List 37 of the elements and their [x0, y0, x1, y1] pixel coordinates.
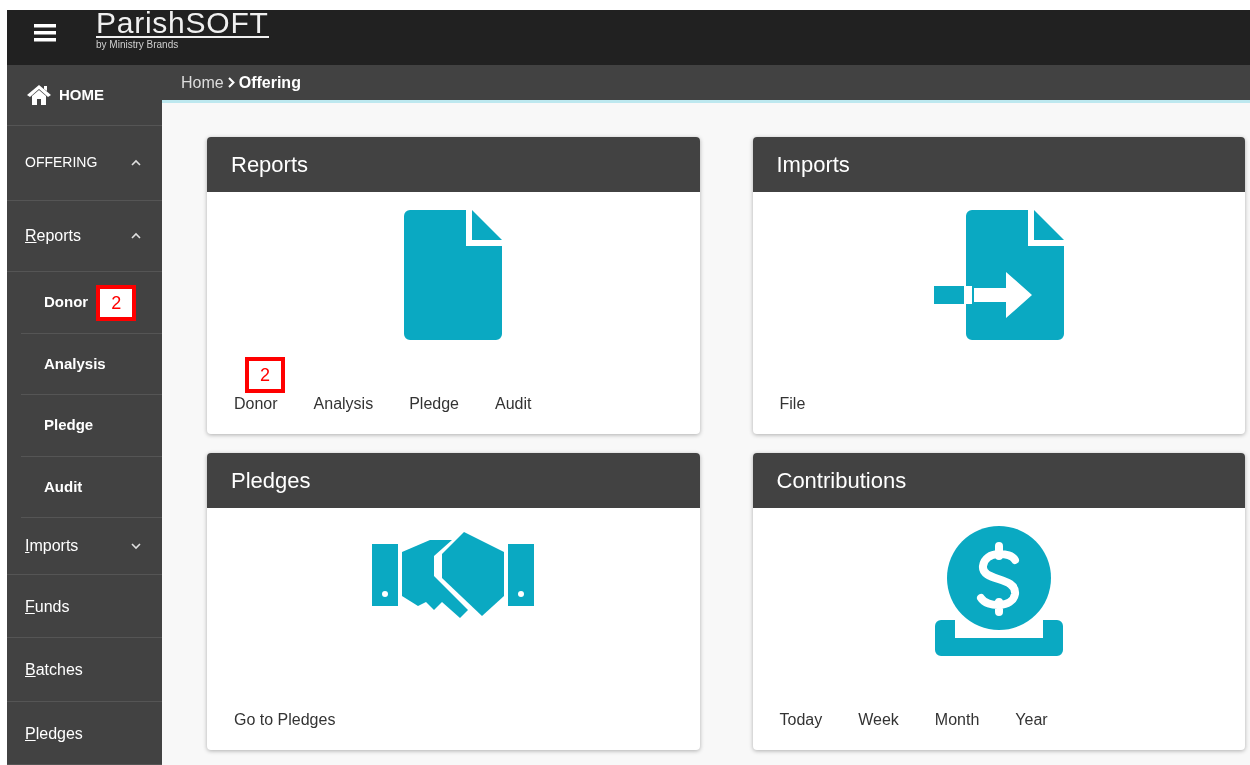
callout-marker: 2	[245, 357, 285, 393]
chevron-right-icon	[227, 77, 235, 88]
card-link[interactable]: File	[779, 395, 806, 412]
sidebar-subitem[interactable]: Pledge	[44, 414, 94, 437]
card-link[interactable]: Week	[858, 711, 899, 728]
coin-icon	[934, 526, 1063, 656]
card-title: Pledges	[231, 467, 311, 495]
card-title: Reports	[231, 151, 309, 179]
section-label: OFFERING	[25, 153, 98, 173]
card-link[interactable]: Year	[1015, 711, 1048, 728]
group-label: Imports	[25, 535, 79, 556]
logo-text: ParishSOFT	[96, 10, 269, 38]
card-title: Contributions	[776, 467, 907, 495]
menu-icon[interactable]	[34, 24, 56, 42]
logo-tagline: by Ministry Brands	[96, 40, 180, 50]
sidebar-subitem[interactable]: Audit	[44, 475, 83, 499]
callout-marker: 2	[96, 284, 137, 321]
card-link[interactable]: Analysis	[313, 395, 374, 412]
card-link[interactable]: Today	[779, 711, 823, 728]
card-link[interactable]: Pledge	[409, 395, 459, 412]
chevron-down-icon	[130, 541, 142, 550]
home-label: HOME	[59, 84, 104, 105]
card-link[interactable]: Go to Pledges	[234, 711, 336, 728]
card-title: Imports	[776, 151, 850, 179]
breadcrumb-link[interactable]: Home	[181, 70, 224, 95]
card-link[interactable]: Audit	[495, 395, 532, 412]
chevron-up-icon	[130, 231, 142, 240]
sidebar-subitem[interactable]: Donor	[44, 291, 89, 314]
home-icon	[27, 85, 51, 105]
card-link[interactable]: Month	[934, 711, 980, 728]
card-link[interactable]: Donor	[234, 395, 278, 412]
file-import-icon	[933, 210, 1064, 340]
sidebar-subitem[interactable]: Analysis	[44, 352, 106, 376]
breadcrumb-link[interactable]: Offering	[238, 70, 301, 95]
group-label: Reports	[25, 225, 82, 246]
document-icon	[404, 210, 503, 340]
chevron-up-icon	[130, 158, 142, 167]
